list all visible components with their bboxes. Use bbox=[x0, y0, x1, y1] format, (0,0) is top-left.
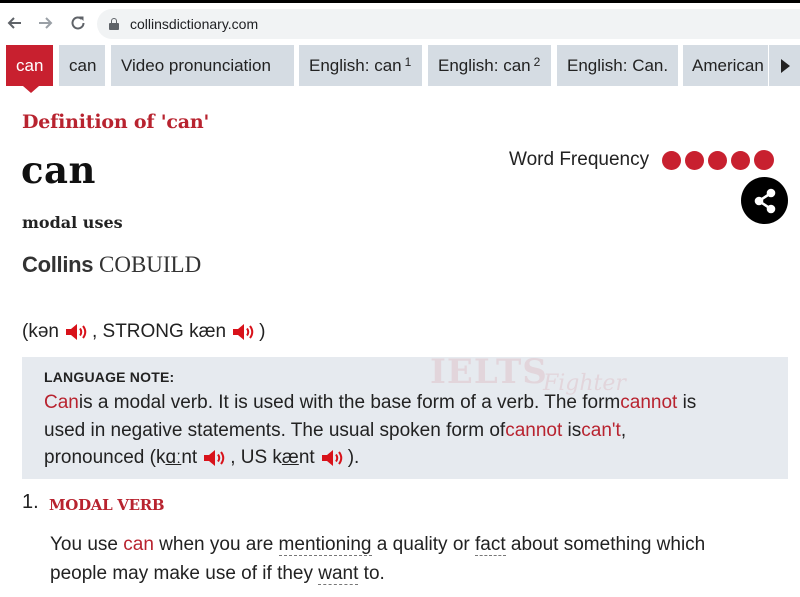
xref-link[interactable]: cannot bbox=[620, 389, 677, 417]
forward-arrow-icon[interactable] bbox=[34, 11, 58, 35]
frequency-dot bbox=[731, 150, 751, 170]
entry-tab-strip: can can Video pronunciation English: can… bbox=[0, 45, 800, 87]
tab-american[interactable]: American bbox=[683, 45, 768, 86]
speaker-icon[interactable] bbox=[232, 322, 256, 342]
lock-icon bbox=[109, 18, 119, 30]
definition-title: Definition of 'can' bbox=[22, 111, 210, 133]
url-text: collinsdictionary.com bbox=[130, 16, 259, 32]
pron-sep: , STRONG bbox=[91, 321, 184, 342]
sense-definition: You use can when you are mentioning a qu… bbox=[50, 530, 780, 588]
reload-icon[interactable] bbox=[66, 11, 90, 35]
source-label: Collins COBUILD bbox=[22, 252, 201, 278]
back-arrow-icon[interactable] bbox=[2, 11, 26, 35]
share-button[interactable] bbox=[741, 177, 788, 224]
source-name: COBUILD bbox=[99, 252, 202, 277]
sense-line: people may make use of if they want to. bbox=[50, 563, 385, 585]
browser-toolbar: collinsdictionary.com bbox=[0, 3, 800, 43]
language-note: LANGUAGE NOTE: Can is a modal verb. It i… bbox=[22, 357, 788, 479]
word-frequency: Word Frequency bbox=[509, 149, 775, 171]
speaker-icon[interactable] bbox=[203, 448, 227, 468]
active-tab-pointer bbox=[23, 86, 39, 93]
language-note-heading: LANGUAGE NOTE: bbox=[44, 369, 175, 385]
xref-link[interactable]: can't bbox=[581, 417, 621, 445]
definition-link[interactable]: mentioning bbox=[278, 534, 372, 556]
xref-link[interactable]: cannot bbox=[505, 417, 562, 445]
language-note-line: pronounced (k ɑː nt , US k æ nt ). bbox=[44, 447, 360, 468]
sense-number: 1. bbox=[22, 491, 39, 513]
headword-highlight: can bbox=[123, 534, 154, 555]
tab-can[interactable]: can bbox=[59, 45, 105, 86]
definition-link[interactable]: fact bbox=[475, 534, 506, 556]
frequency-dot bbox=[685, 150, 705, 170]
pron-weak: kən bbox=[28, 321, 59, 342]
xref-link[interactable]: Can bbox=[44, 389, 79, 417]
tab-english-can-dot[interactable]: English: Can. bbox=[557, 45, 678, 86]
frequency-dot bbox=[708, 150, 728, 170]
speaker-icon[interactable] bbox=[65, 322, 89, 342]
scroll-right-arrow-icon[interactable] bbox=[769, 45, 800, 86]
pronunciation: (kən , STRONG kæn ) bbox=[22, 321, 266, 342]
tab-english-can-2[interactable]: English: can 2 bbox=[428, 45, 551, 86]
speaker-icon[interactable] bbox=[321, 448, 345, 468]
definition-link[interactable]: want bbox=[318, 563, 359, 585]
word-frequency-label: Word Frequency bbox=[509, 149, 650, 170]
language-note-line: used in negative statements. The usual s… bbox=[44, 417, 788, 445]
frequency-dot bbox=[662, 150, 682, 170]
tab-english-can-1[interactable]: English: can 1 bbox=[299, 45, 422, 86]
pron-strong: kæn bbox=[189, 321, 227, 342]
tab-video-pronunciation[interactable]: Video pronunciation bbox=[111, 45, 294, 86]
address-bar[interactable]: collinsdictionary.com bbox=[97, 9, 800, 39]
entry-subtitle: modal uses bbox=[22, 213, 123, 232]
language-note-line: Can is a modal verb. It is used with the… bbox=[44, 389, 788, 417]
frequency-dot bbox=[754, 150, 775, 170]
headword: can bbox=[21, 148, 96, 192]
source-brand: Collins bbox=[22, 252, 94, 277]
sense-part-of-speech: MODAL VERB bbox=[49, 496, 165, 514]
share-icon bbox=[754, 188, 775, 213]
sense-line: You use can when you are mentioning a qu… bbox=[50, 534, 706, 556]
tab-can-active[interactable]: can bbox=[6, 45, 53, 86]
